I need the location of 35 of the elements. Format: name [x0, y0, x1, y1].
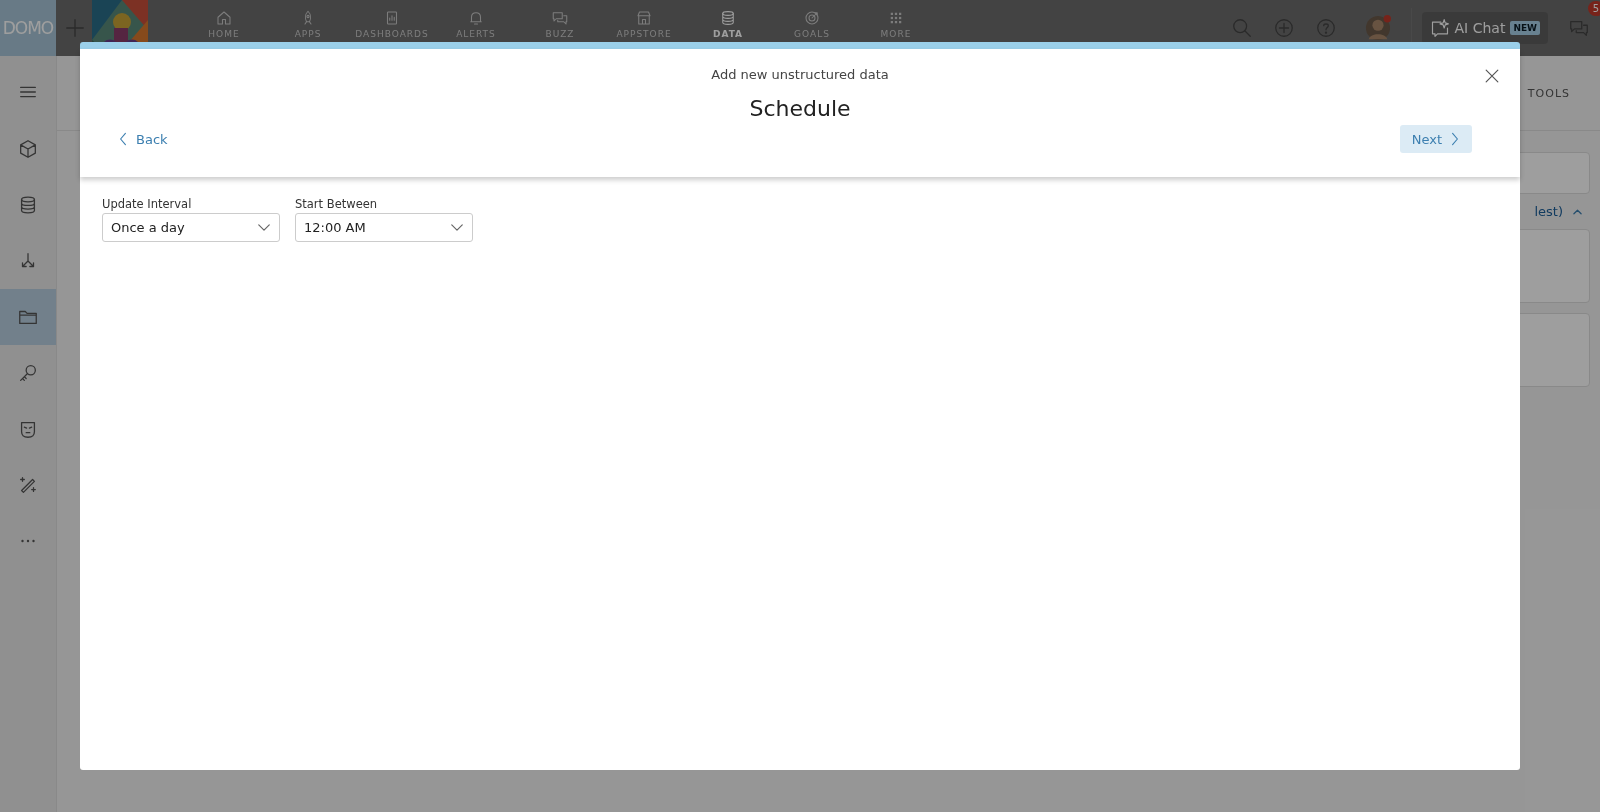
chat-bubbles-icon	[551, 9, 569, 27]
folder-icon[interactable]	[0, 289, 56, 345]
field-label: Start Between	[295, 197, 379, 211]
caret-icon[interactable]	[1573, 208, 1582, 215]
target-icon	[803, 9, 821, 27]
chevron-left-icon	[118, 131, 128, 147]
bell-icon	[467, 9, 485, 27]
tab[interactable]: TOOLS	[1527, 86, 1570, 100]
nav-item[interactable]: DATA	[686, 0, 770, 56]
store-icon	[635, 9, 653, 27]
field-label: Update Interval	[102, 197, 193, 211]
ai-chat-label: AI Chat	[1454, 20, 1506, 36]
new-badge: NEW	[1510, 21, 1540, 35]
back-button[interactable]: Back	[110, 125, 176, 153]
nav-item[interactable]: MORE	[854, 0, 938, 56]
dropdown[interactable]: Once a day	[102, 213, 280, 242]
dropdown[interactable]: 12:00 AM	[295, 213, 473, 242]
chevron-right-icon	[1450, 131, 1460, 147]
sparkle-chat-icon	[1429, 18, 1450, 38]
sort-link[interactable]: lest)	[1534, 204, 1563, 219]
help-icon[interactable]	[1314, 17, 1337, 39]
search-icon[interactable]	[1230, 17, 1253, 39]
add-icon[interactable]	[1272, 17, 1295, 39]
database-icon	[719, 9, 737, 27]
chevron-down-icon	[257, 223, 271, 232]
nav-item[interactable]: HOME	[182, 0, 266, 56]
chevron-down-icon	[450, 223, 464, 232]
avatar[interactable]	[1364, 15, 1391, 41]
dialog-subtitle: Add new unstructured data	[711, 67, 889, 82]
next-button[interactable]: Next	[1399, 125, 1472, 153]
ai-chat-button[interactable]: AI Chat NEW	[1421, 12, 1548, 44]
notification-badge: 5	[1587, 1, 1600, 16]
nav-item[interactable]: APPSTORE	[602, 0, 686, 56]
dialog-title: Schedule	[749, 96, 851, 121]
home-icon	[215, 9, 233, 27]
